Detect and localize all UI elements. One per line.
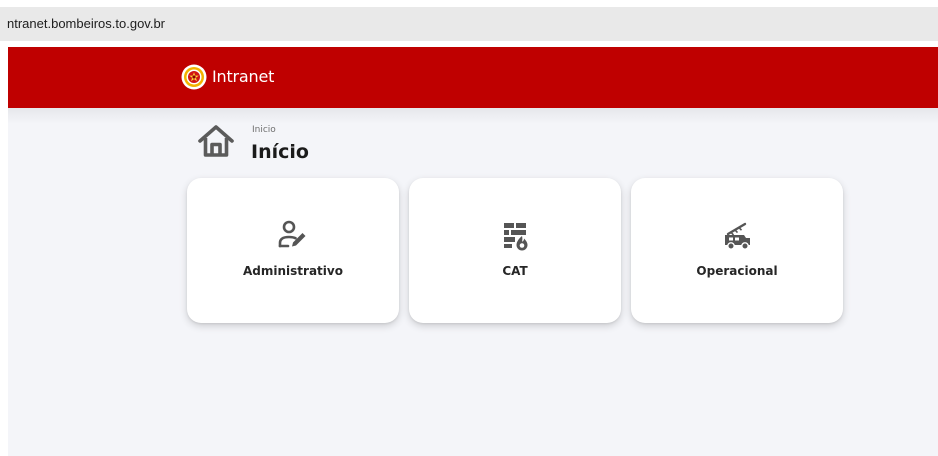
fire-department-emblem-icon[interactable] [181, 64, 207, 90]
page-title: Início [251, 141, 309, 163]
address-bar-url: ntranet.bombeiros.to.gov.br [7, 16, 166, 31]
card-cat[interactable]: CAT [409, 178, 621, 323]
user-edit-icon [278, 220, 306, 248]
card-administrativo[interactable]: Administrativo [187, 178, 399, 323]
breadcrumb[interactable]: Inicio [252, 124, 276, 136]
card-operacional[interactable]: Operacional [631, 178, 843, 323]
top-navbar: Intranet [8, 47, 938, 108]
page-viewport: Intranet Inicio Início Administrativo CA… [8, 47, 938, 456]
card-label: Operacional [696, 264, 778, 278]
card-label: Administrativo [243, 264, 343, 278]
card-label: CAT [502, 264, 528, 278]
header-shadow [8, 108, 938, 124]
address-bar[interactable]: ntranet.bombeiros.to.gov.br [0, 7, 938, 41]
home-icon [198, 125, 234, 157]
brand-title[interactable]: Intranet [212, 65, 274, 89]
fire-truck-icon [725, 222, 750, 250]
brick-wall-fire-icon [504, 223, 528, 251]
window-edge [0, 0, 8, 456]
